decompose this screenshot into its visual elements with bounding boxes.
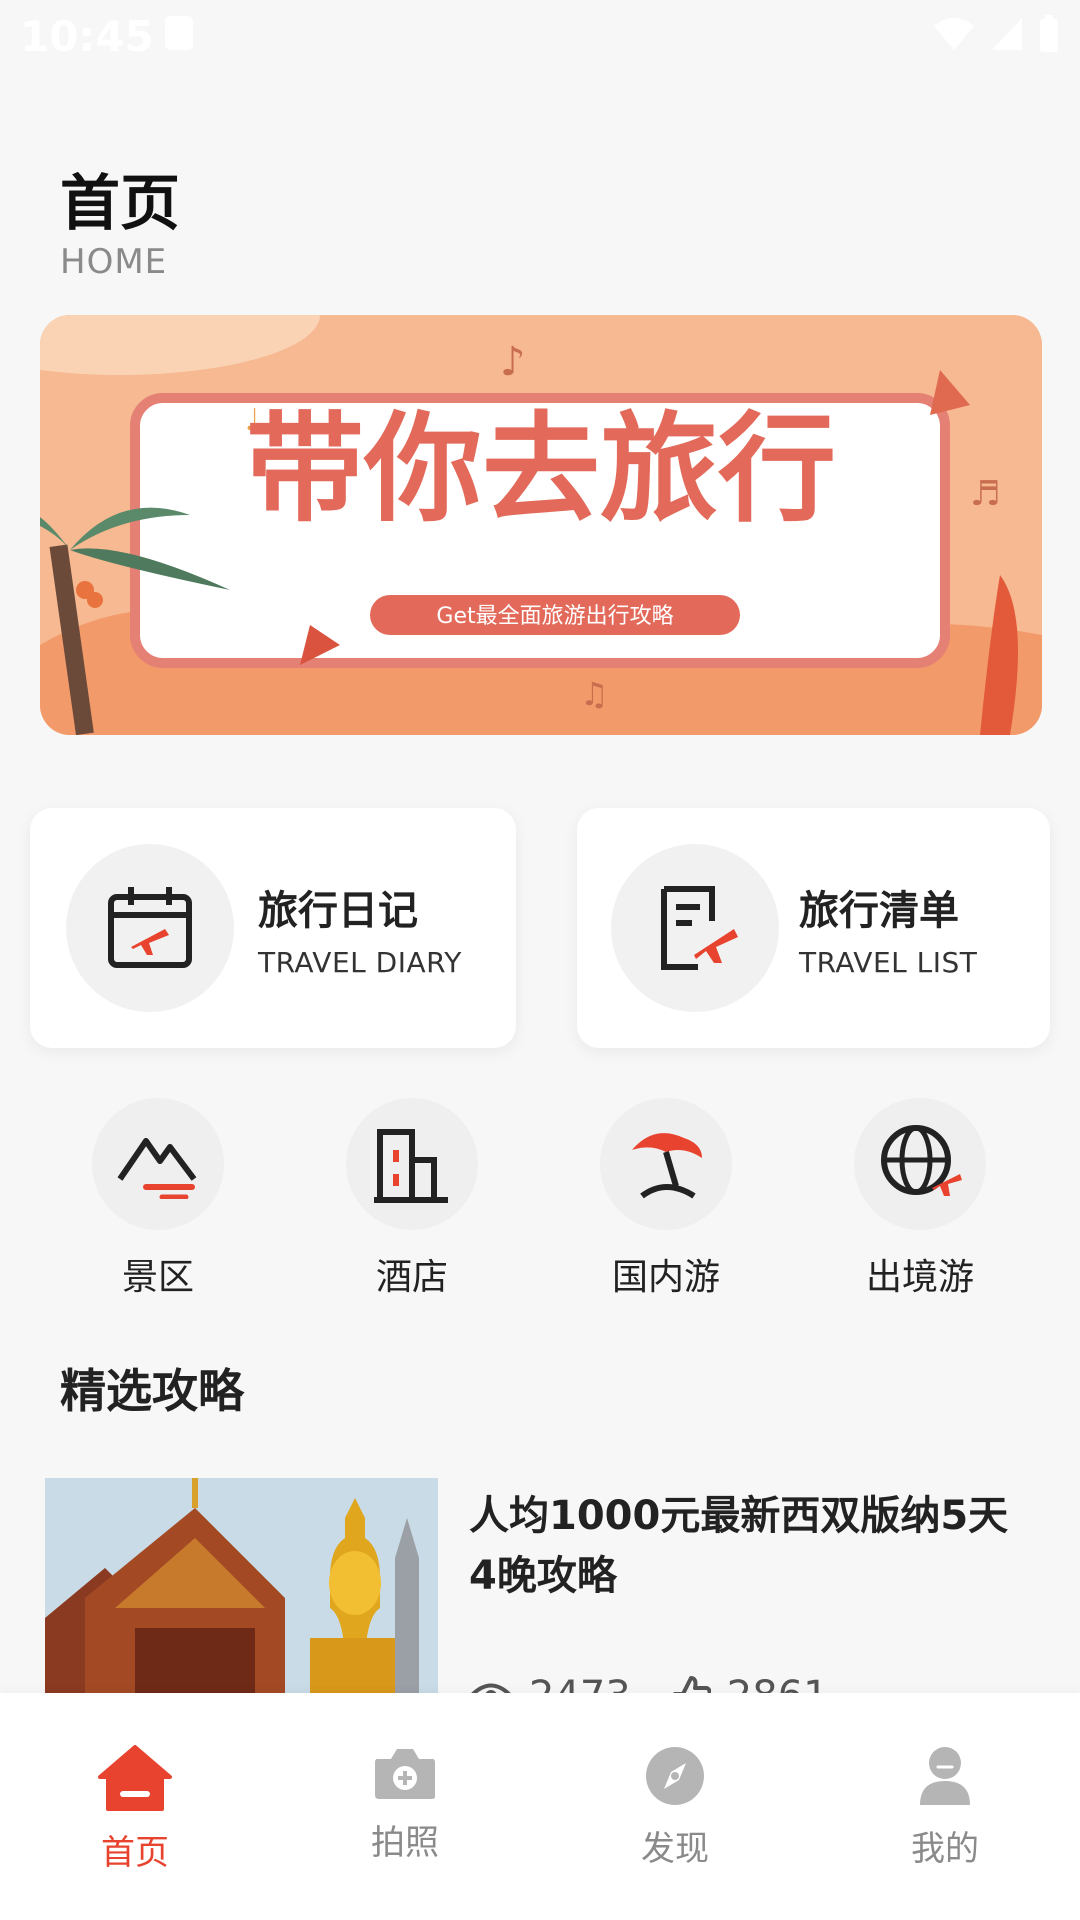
article-thumbnail [45, 1478, 438, 1718]
card-subtitle: TRAVEL DIARY [258, 946, 462, 979]
banner-tagline: Get最全面旅游出行攻略 [436, 604, 673, 629]
tab-profile[interactable]: 我的 [810, 1693, 1080, 1920]
svg-text:♬: ♬ [970, 474, 1000, 514]
status-bar: 10:45 [0, 0, 1080, 70]
card-subtitle: TRAVEL LIST [799, 946, 978, 979]
category-label: 景区 [121, 1257, 194, 1298]
tab-label: 我的 [911, 1829, 979, 1869]
tab-home[interactable]: 首页 [0, 1693, 270, 1920]
tab-label: 首页 [101, 1833, 169, 1873]
tab-label: 拍照 [371, 1823, 439, 1863]
card-title: 旅行清单 [799, 888, 959, 934]
category-outbound[interactable]: 出境游 [820, 1098, 1020, 1300]
category-label: 酒店 [375, 1257, 448, 1298]
page-title: 首页 [60, 169, 180, 239]
tab-label: 发现 [641, 1829, 709, 1869]
category-hotel[interactable]: 酒店 [312, 1098, 512, 1300]
article-title: 人均1000元最新西双版纳5天4晚攻略 [469, 1493, 1009, 1599]
banner-headline: 带你去旅行 [246, 400, 836, 538]
svg-text:♪: ♪ [500, 339, 526, 385]
calendar-plane-icon [66, 844, 234, 1012]
category-label: 出境游 [865, 1257, 974, 1298]
travel-diary-card[interactable]: 旅行日记 TRAVEL DIARY [30, 808, 516, 1048]
compass-icon [646, 1747, 704, 1805]
signal-icon [992, 18, 1022, 50]
status-time: 10:45 [20, 12, 154, 61]
tab-camera[interactable]: 拍照 [270, 1693, 540, 1920]
card-title: 旅行日记 [258, 888, 418, 934]
home-icon [98, 1745, 172, 1811]
battery-icon [1040, 15, 1058, 52]
palm-island-icon [600, 1098, 732, 1230]
camera-icon [375, 1749, 435, 1799]
status-icons [932, 14, 1060, 54]
travel-list-card[interactable]: 旅行清单 TRAVEL LIST [577, 808, 1050, 1048]
category-label: 国内游 [611, 1257, 720, 1298]
mountain-icon [92, 1098, 224, 1230]
promo-banner[interactable]: ♪ ♩ ♬ ♫ 带你去旅行 Get最全面旅游出行攻略 [40, 315, 1042, 735]
globe-plane-icon [854, 1098, 986, 1230]
bottom-tab-bar: 首页 拍照 发现 我的 [0, 1693, 1080, 1920]
tab-discover[interactable]: 发现 [540, 1693, 810, 1920]
building-icon [346, 1098, 478, 1230]
svg-text:♫: ♫ [580, 675, 609, 713]
article-item[interactable]: 人均1000元最新西双版纳5天4晚攻略 2473 2861 [45, 1478, 1045, 1719]
document-plane-icon [611, 844, 779, 1012]
page-subtitle: HOME [60, 242, 168, 282]
user-icon [920, 1747, 970, 1805]
notification-icon [165, 16, 193, 50]
section-title: 精选攻略 [60, 1364, 244, 1418]
category-scenic[interactable]: 景区 [58, 1098, 258, 1300]
category-domestic[interactable]: 国内游 [566, 1098, 766, 1300]
wifi-icon [934, 18, 974, 50]
